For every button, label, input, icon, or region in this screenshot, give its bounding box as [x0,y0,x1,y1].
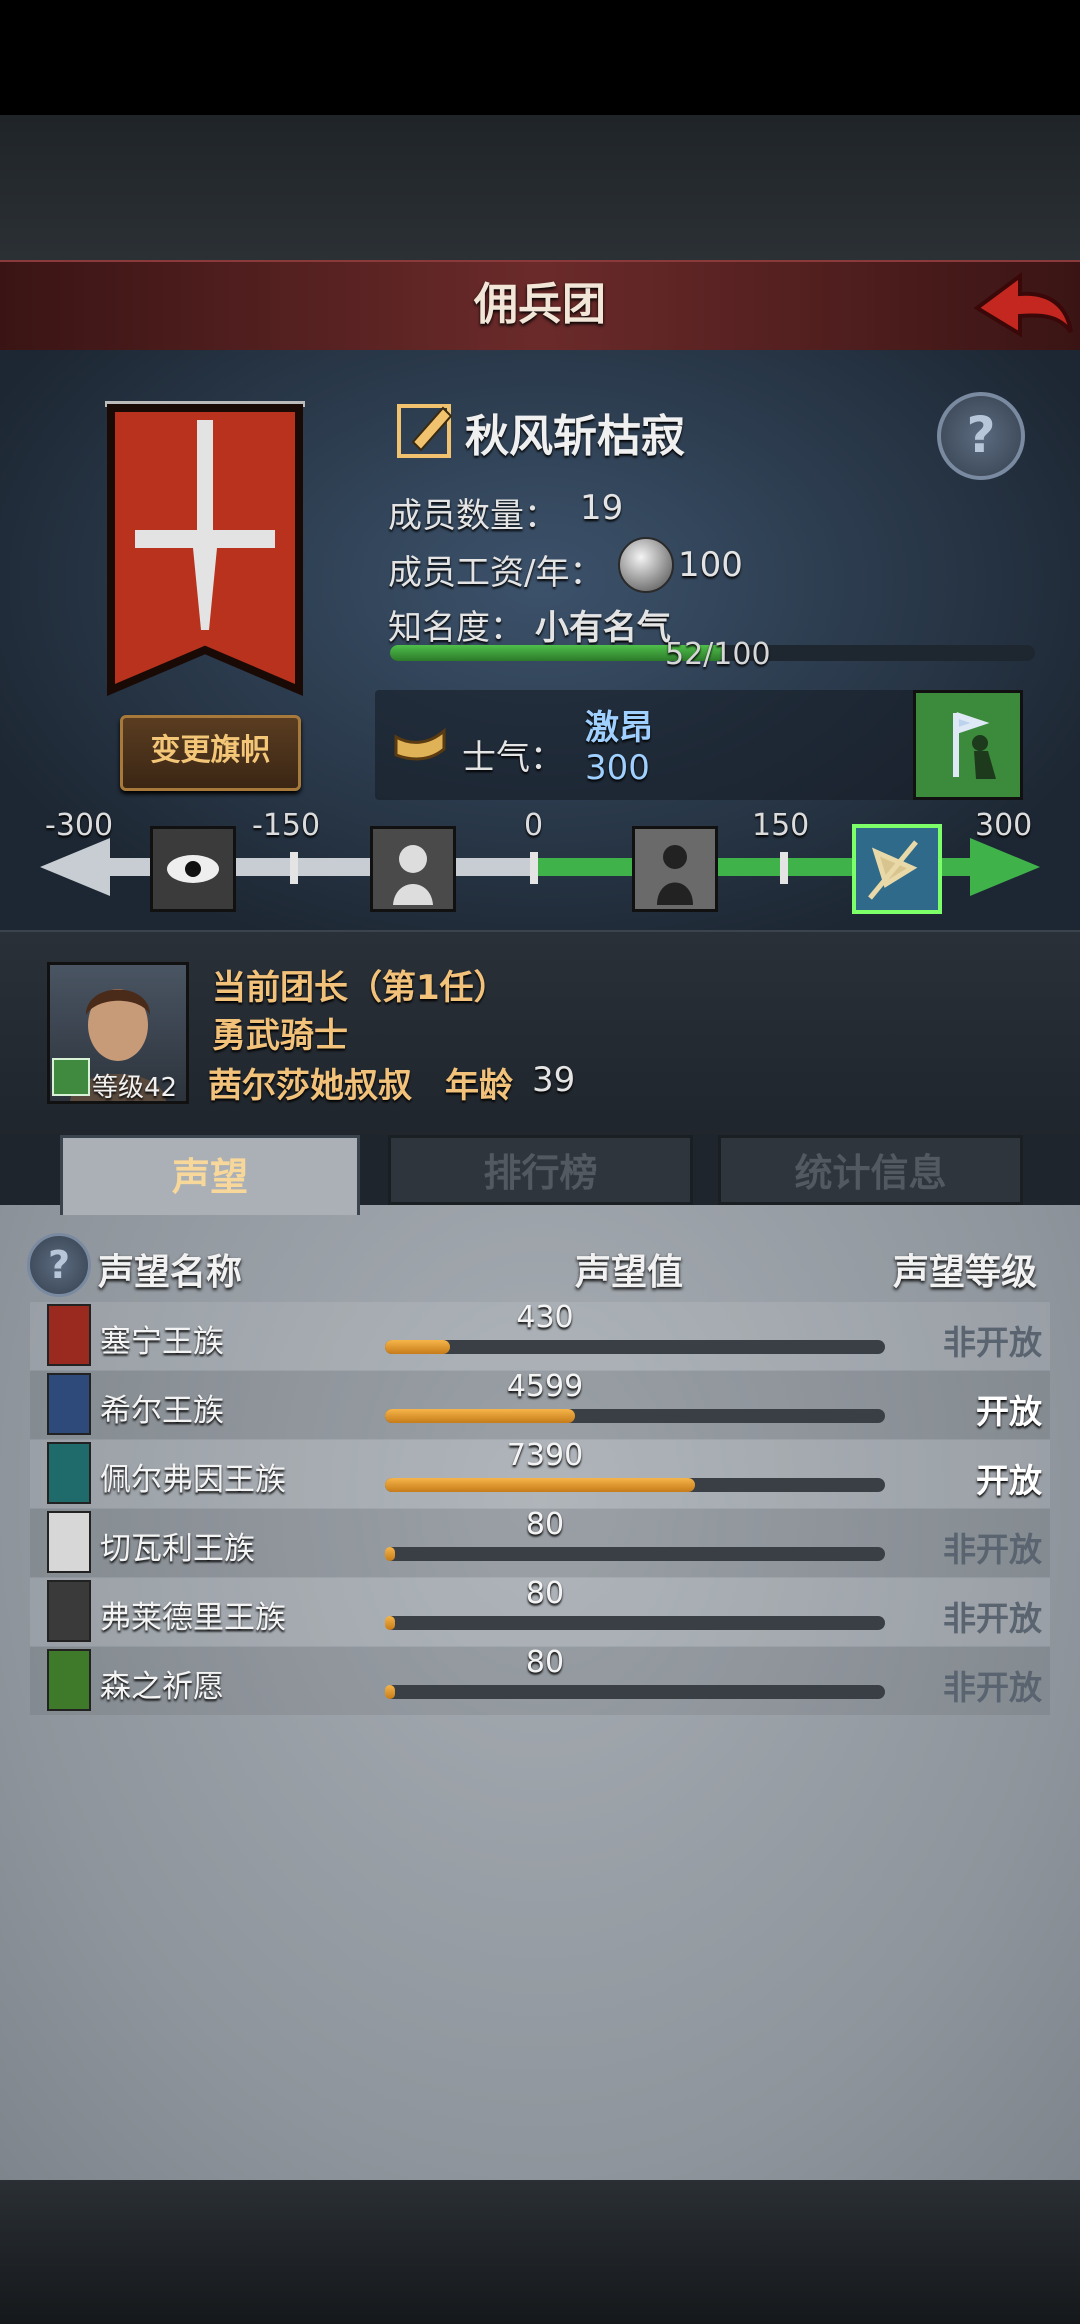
page-title: 佣兵团 [474,279,606,330]
fame-progress-text: 52/100 [665,637,771,672]
faction-name: 切瓦利王族 [100,1531,255,1567]
scale-tick-label: -300 [45,808,114,843]
reputation-bar-fill [385,1685,395,1699]
eye-icon[interactable] [150,826,236,912]
back-button[interactable] [965,262,1075,348]
faction-status: 非开放 [943,1599,1042,1638]
reputation-row[interactable]: 希尔王族 4599 开放 [30,1369,1050,1439]
column-header-value: 声望值 [575,1252,684,1293]
despair-icon[interactable] [370,826,456,912]
reputation-bar-fill [385,1616,395,1630]
faction-name: 希尔王族 [100,1393,224,1429]
members-value: 19 [580,488,624,528]
horn-icon [390,715,450,775]
level-badge-icon [52,1058,90,1096]
tab-reputation[interactable]: 声望 [60,1135,360,1215]
leader-title: 当前团长（第1任） [212,968,508,1008]
calm-icon[interactable] [632,826,718,912]
faction-status: 非开放 [943,1323,1042,1362]
scale-tick-label: 150 [752,808,810,843]
back-arrow-icon [973,272,1073,338]
change-flag-button[interactable]: 变更旗帜 [120,715,301,791]
reputation-bar [385,1616,885,1630]
scale-tick-label: 300 [975,808,1033,843]
reputation-bar-fill [385,1340,450,1354]
charge-icon[interactable] [852,824,942,914]
bottom-background [0,2180,1080,2324]
column-header-level: 声望等级 [893,1252,1038,1293]
reputation-row[interactable]: 弗莱德里王族 80 非开放 [30,1576,1050,1646]
morale-scale: -300 -150 0 150 300 [40,800,1040,920]
leader-level: 等级42 [92,1073,178,1103]
morale-value: 300 [585,748,650,788]
reputation-bar [385,1409,885,1423]
question-icon: ? [966,406,996,464]
tab-statistics[interactable]: 统计信息 [718,1135,1023,1205]
question-icon: ? [47,1243,71,1287]
faction-name: 弗莱德里王族 [100,1600,286,1636]
reputation-bar-fill [385,1478,695,1492]
morale-charge-icon[interactable] [913,690,1023,800]
faction-name: 塞宁王族 [100,1324,224,1360]
scale-tick-label: 0 [524,808,544,843]
fame-value: 小有名气 [535,608,671,648]
guild-banner [105,400,305,700]
leader-name: 茜尔莎她叔叔 [208,1066,412,1106]
reputation-row[interactable]: 佩尔弗因王族 7390 开放 [30,1438,1050,1508]
faction-reputation-value: 80 [525,1507,565,1542]
faction-reputation-value: 80 [525,1576,565,1611]
reputation-bar [385,1547,885,1561]
faction-crest-icon [47,1373,91,1435]
morale-label: 士气： [462,738,564,778]
faction-crest-icon [47,1511,91,1573]
reputation-row[interactable]: 森之祈愿 80 非开放 [30,1645,1050,1715]
scale-tick-label: -150 [252,808,321,843]
reputation-bar-fill [385,1409,575,1423]
faction-crest-icon [47,1649,91,1711]
faction-name: 森之祈愿 [100,1669,224,1705]
morale-word: 激昂 [585,708,653,748]
faction-status: 非开放 [943,1668,1042,1707]
salary-label: 成员工资/年： [388,553,604,593]
reputation-help-button[interactable]: ? [27,1233,91,1297]
background-band [0,115,1080,260]
salary-value: 100 [678,545,743,585]
reputation-bar [385,1340,885,1354]
members-label: 成员数量： [388,496,558,536]
reputation-row[interactable]: 塞宁王族 430 非开放 [30,1300,1050,1370]
faction-status: 开放 [976,1461,1042,1500]
reputation-bar [385,1685,885,1699]
faction-crest-icon [47,1304,91,1366]
faction-reputation-value: 7390 [506,1438,584,1473]
reputation-bar-fill [385,1547,395,1561]
guild-name: 秋风斩枯寂 [465,411,685,462]
faction-reputation-value: 80 [525,1645,565,1680]
status-area [0,0,1080,115]
edit-name-icon[interactable] [395,398,457,460]
faction-reputation-value: 4599 [506,1369,584,1404]
faction-status: 开放 [976,1392,1042,1431]
silver-coin-icon [618,537,674,593]
column-header-name: 声望名称 [98,1252,243,1293]
faction-crest-icon [47,1580,91,1642]
help-button[interactable]: ? [937,392,1025,480]
tab-ranking[interactable]: 排行榜 [388,1135,693,1205]
leader-age-value: 39 [532,1060,576,1100]
reputation-bar [385,1478,885,1492]
faction-name: 佩尔弗因王族 [100,1462,286,1498]
faction-crest-icon [47,1442,91,1504]
faction-status: 非开放 [943,1530,1042,1569]
reputation-row[interactable]: 切瓦利王族 80 非开放 [30,1507,1050,1577]
faction-reputation-value: 430 [516,1300,574,1335]
leader-age-label: 年龄 [445,1066,513,1106]
fame-label: 知名度： [388,608,524,648]
leader-class: 勇武骑士 [212,1016,348,1056]
